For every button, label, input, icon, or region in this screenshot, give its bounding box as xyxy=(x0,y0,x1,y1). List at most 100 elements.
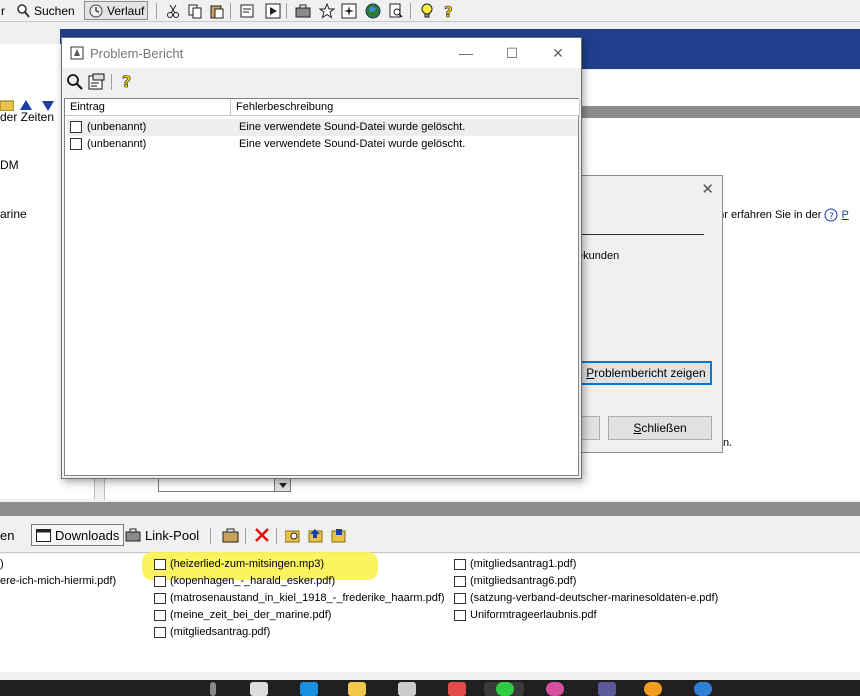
search-icon[interactable] xyxy=(66,73,83,90)
info-link[interactable]: P xyxy=(841,209,848,221)
paste-button[interactable] xyxy=(206,1,228,20)
app-icon[interactable] xyxy=(598,682,616,696)
app-icon[interactable] xyxy=(448,682,466,696)
search-button[interactable]: Suchen xyxy=(12,1,78,20)
panel-splitter[interactable] xyxy=(0,502,860,516)
download-item[interactable]: Uniformtrageerlaubnis.pdf xyxy=(454,609,597,621)
file-name: (mitgliedsantrag.pdf) xyxy=(170,626,271,638)
download-item[interactable]: (mitgliedsantrag6.pdf) xyxy=(454,575,576,587)
download-item[interactable]: ere-ich-mich-hiermi.pdf) xyxy=(0,575,116,587)
download-item[interactable]: (matrosenaustand_in_kiel_1918_-_frederik… xyxy=(154,592,445,604)
arrow-up-icon[interactable] xyxy=(20,100,32,110)
tab-cut-off[interactable]: en xyxy=(0,524,18,546)
properties-button[interactable] xyxy=(236,1,258,20)
download-item[interactable]: (meine_zeit_bei_der_marine.pdf) xyxy=(154,609,331,621)
search-label: Suchen xyxy=(34,3,75,18)
zoom-doc-button[interactable] xyxy=(385,1,407,20)
app-icon[interactable] xyxy=(546,682,564,696)
svg-text:?: ? xyxy=(444,3,453,19)
tab-downloads[interactable]: Downloads xyxy=(31,524,125,546)
toolbar-divider xyxy=(230,3,231,19)
nav-item[interactable]: arine xyxy=(0,207,27,221)
scissors-icon xyxy=(167,4,179,18)
close-button[interactable]: Schließen xyxy=(608,416,712,440)
list-row[interactable]: (unbenannt) Eine verwendete Sound-Datei … xyxy=(67,119,578,136)
file-icon xyxy=(454,609,466,621)
file-name: Uniformtrageerlaubnis.pdf xyxy=(470,609,597,621)
file-icon xyxy=(454,575,466,587)
history-label: Verlauf xyxy=(107,3,145,18)
minimize-icon[interactable]: — xyxy=(443,38,489,68)
download-item[interactable]: (heizerlied-zum-mitsingen.mp3) xyxy=(154,558,324,570)
download-item[interactable]: (mitgliedsantrag.pdf) xyxy=(154,626,270,638)
button-label: chließen xyxy=(641,421,687,435)
maximize-icon[interactable]: ☐ xyxy=(489,38,535,68)
problem-list[interactable]: Eintrag Fehlerbeschreibung (unbenannt) E… xyxy=(64,98,580,476)
file-name: (mitgliedsantrag6.pdf) xyxy=(470,575,577,587)
copy-button[interactable] xyxy=(184,1,206,20)
whatsapp-icon[interactable] xyxy=(496,682,514,696)
svg-text:?: ? xyxy=(122,72,131,90)
briefcase-button[interactable] xyxy=(292,1,314,20)
open-folder-icon[interactable] xyxy=(308,528,324,543)
store-icon[interactable] xyxy=(398,682,416,696)
toolbar-divider xyxy=(276,528,277,544)
chevron-down-icon[interactable] xyxy=(274,479,290,491)
file-icon xyxy=(454,592,466,604)
trailing-text: n. xyxy=(723,437,733,449)
favorite-button[interactable] xyxy=(316,1,338,20)
search-folder-icon[interactable] xyxy=(285,528,301,543)
file-icon xyxy=(154,575,166,587)
column-header-entry[interactable]: Eintrag xyxy=(65,99,231,116)
globe-icon xyxy=(365,3,381,18)
toolbar-divider xyxy=(286,3,287,19)
nav-item[interactable]: DM xyxy=(0,158,19,172)
column-header-description[interactable]: Fehlerbeschreibung xyxy=(231,99,580,116)
download-item[interactable]: (satzung-verband-deutscher-marinesoldate… xyxy=(454,592,718,604)
globe-button[interactable] xyxy=(362,1,384,20)
task-view-icon[interactable] xyxy=(250,682,268,696)
app-icon[interactable] xyxy=(644,682,662,696)
download-item[interactable]: (mitgliedsantrag1.pdf) xyxy=(454,558,576,570)
help-question-icon[interactable]: ? xyxy=(119,72,135,90)
title-bar[interactable]: Problem-Bericht — ☐ ✕ xyxy=(62,38,581,68)
window-icon xyxy=(36,528,51,542)
file-name: (meine_zeit_bei_der_marine.pdf) xyxy=(170,609,332,621)
list-row[interactable]: (unbenannt) Eine verwendete Sound-Datei … xyxy=(67,136,578,153)
save-folder-icon[interactable] xyxy=(331,528,347,543)
main-toolbar: r Suchen Verlauf ? xyxy=(0,0,860,22)
help-button[interactable]: ? xyxy=(438,1,460,20)
close-icon[interactable]: ✕ xyxy=(535,38,581,68)
file-icon xyxy=(154,609,166,621)
tab-link-pool[interactable]: Link-Pool xyxy=(121,524,203,546)
app-icon[interactable] xyxy=(694,682,712,696)
file-name: (matrosenaustand_in_kiel_1918_-_frederik… xyxy=(170,592,445,604)
cut-button[interactable] xyxy=(162,1,184,20)
delete-icon[interactable] xyxy=(255,528,269,542)
burst-icon xyxy=(341,3,357,18)
nav-item[interactable]: der Zeiten xyxy=(0,110,54,124)
close-icon[interactable]: ✕ xyxy=(701,180,714,198)
download-item[interactable]: ) xyxy=(0,558,4,570)
dropdown-field[interactable] xyxy=(158,478,291,492)
file-icon xyxy=(154,558,166,570)
download-item[interactable]: (kopenhagen_-_harald_esker.pdf) xyxy=(154,575,335,587)
bottom-tab-bar: en Downloads Link-Pool xyxy=(0,517,860,553)
tip-button[interactable] xyxy=(416,1,438,20)
history-button[interactable]: Verlauf xyxy=(84,1,149,20)
file-icon xyxy=(154,592,166,604)
burst-button[interactable] xyxy=(338,1,360,20)
entry-cell: (unbenannt) xyxy=(87,138,147,150)
cut-off-button[interactable] xyxy=(579,416,600,440)
edge-icon[interactable] xyxy=(300,682,318,696)
briefcase-icon[interactable] xyxy=(222,528,239,543)
taskbar-icon[interactable] xyxy=(210,682,216,696)
show-problem-report-button[interactable]: Problembericht zeigen xyxy=(580,361,712,385)
description-cell: Eine verwendete Sound-Datei wurde gelösc… xyxy=(239,121,466,133)
file-explorer-icon[interactable] xyxy=(348,682,366,696)
content-section-bar xyxy=(580,106,860,118)
file-icon xyxy=(154,626,166,638)
properties-icon[interactable] xyxy=(88,73,105,90)
entry-icon xyxy=(70,121,82,133)
play-button[interactable] xyxy=(262,1,284,20)
